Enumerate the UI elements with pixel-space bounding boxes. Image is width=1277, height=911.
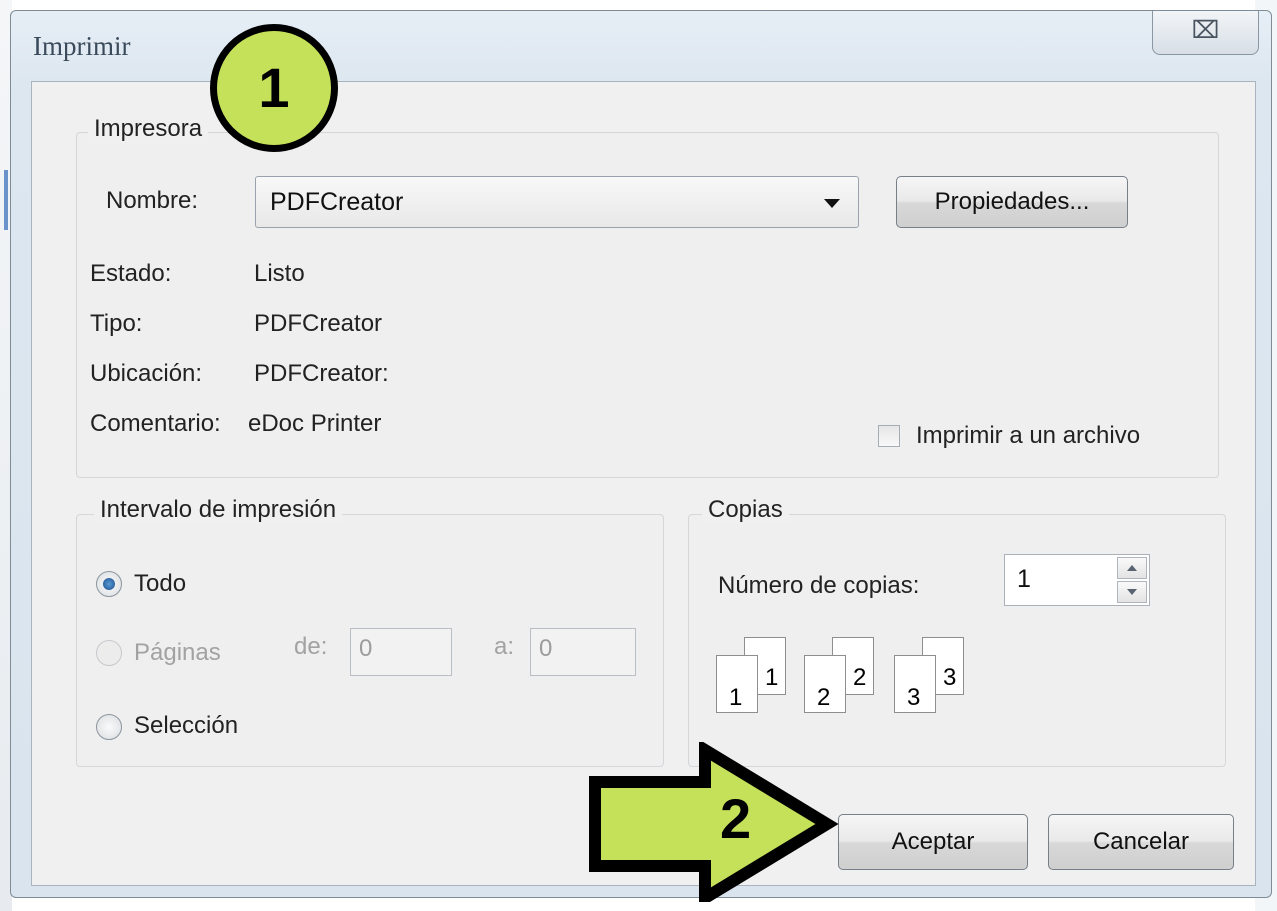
printer-name-dropdown[interactable]: PDFCreator: [255, 176, 859, 228]
comment-value: eDoc Printer: [248, 410, 382, 437]
range-pages-label[interactable]: Páginas: [134, 639, 221, 667]
cancel-button[interactable]: Cancelar: [1048, 814, 1234, 870]
chevron-down-icon: [824, 199, 840, 208]
type-value: PDFCreator: [254, 310, 383, 337]
ok-button[interactable]: Aceptar: [838, 814, 1028, 870]
printer-name-label: Nombre:: [106, 187, 199, 214]
copies-group-label: Copias: [702, 496, 789, 524]
collate-icon-3: 3 3: [894, 637, 964, 717]
comment-label: Comentario:: [90, 410, 221, 437]
properties-button[interactable]: Propiedades...: [896, 176, 1128, 228]
step-1-number: 1: [258, 56, 290, 119]
status-label: Estado:: [90, 260, 172, 287]
step-1-badge: 1: [210, 24, 338, 152]
range-from-input[interactable]: 0: [350, 628, 452, 676]
dialog-title: Imprimir: [33, 31, 131, 61]
print-to-file-label[interactable]: Imprimir a un archivo: [916, 422, 1140, 450]
spin-buttons: [1117, 557, 1147, 603]
close-icon: ⌧: [1191, 17, 1220, 44]
status-value: Listo: [254, 260, 305, 287]
range-to-label: a:: [494, 633, 515, 660]
step-2-arrow-icon: [589, 742, 839, 902]
print-to-file-checkbox[interactable]: [878, 425, 900, 447]
spin-down-icon[interactable]: [1117, 581, 1147, 603]
cancel-button-label: Cancelar: [1092, 828, 1190, 855]
location-value: PDFCreator:: [254, 360, 389, 387]
collate-icon-1: 1 1: [716, 637, 786, 717]
collate-page-number: 2: [817, 684, 831, 711]
print-range-group-label: Intervalo de impresión: [94, 496, 343, 524]
range-selection-radio[interactable]: [96, 714, 122, 740]
collate-page-number: 3: [907, 684, 921, 711]
range-pages-radio[interactable]: [96, 640, 122, 666]
properties-button-label: Propiedades...: [934, 188, 1090, 215]
range-from-value: 0: [359, 635, 373, 662]
range-all-radio[interactable]: [96, 571, 122, 597]
range-all-label[interactable]: Todo: [134, 570, 186, 598]
range-from-label: de:: [294, 633, 328, 660]
range-to-value: 0: [539, 635, 553, 662]
copies-count-stepper[interactable]: 1: [1004, 554, 1150, 606]
copies-count-label: Número de copias:: [718, 572, 920, 599]
collate-page-number: 1: [729, 684, 743, 711]
range-selection-label[interactable]: Selección: [134, 712, 238, 740]
step-2-number: 2: [720, 787, 752, 850]
collate-icon-2: 2 2: [804, 637, 874, 717]
collate-page-number: 1: [765, 664, 779, 691]
close-button[interactable]: ⌧: [1152, 11, 1259, 55]
printer-group-label: Impresora: [88, 115, 209, 143]
ok-button-label: Aceptar: [891, 828, 975, 855]
background-mark: [4, 170, 8, 230]
location-label: Ubicación:: [90, 360, 203, 387]
title-bar: Imprimir ⌧: [11, 11, 1271, 77]
spin-up-icon[interactable]: [1117, 557, 1147, 579]
collate-page-number: 2: [853, 664, 867, 691]
copies-count-value: 1: [1017, 565, 1031, 593]
collate-page-number: 3: [943, 664, 957, 691]
range-to-input[interactable]: 0: [530, 628, 636, 676]
printer-name-value: PDFCreator: [270, 188, 404, 216]
type-label: Tipo:: [90, 310, 143, 337]
